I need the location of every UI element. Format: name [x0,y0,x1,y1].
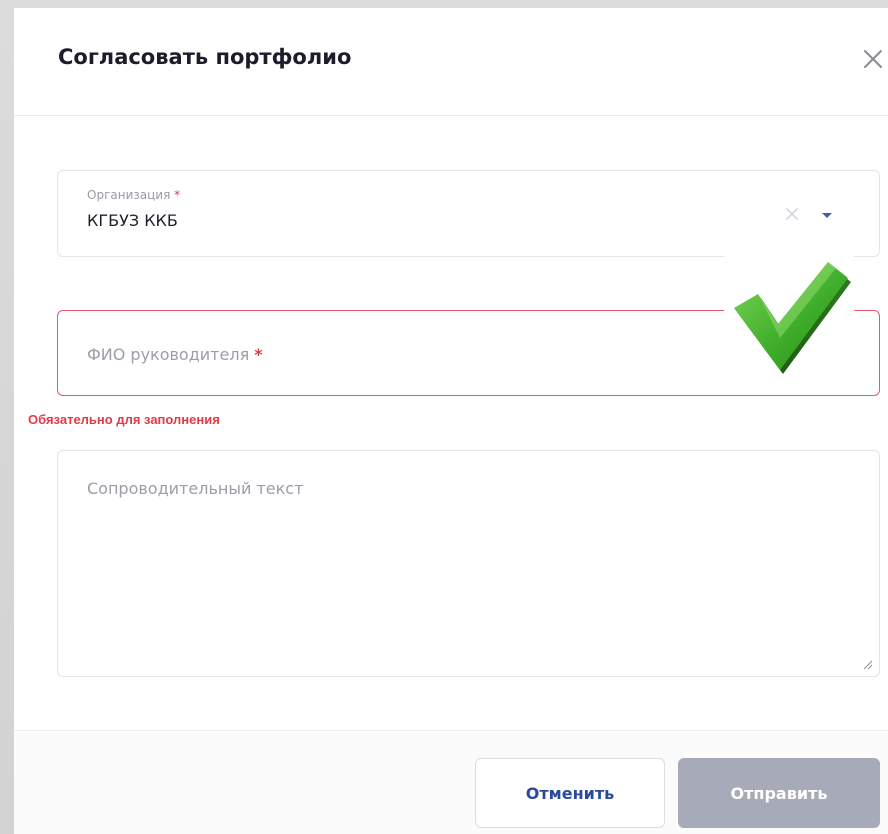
close-button[interactable] [860,46,886,72]
cover-text-textarea[interactable]: Сопроводительный текст [57,450,880,677]
chevron-down-icon [822,213,832,218]
approve-portfolio-dialog: Согласовать портфолио Организация * КГБУ… [14,8,888,834]
checkmark-icon [734,262,851,374]
manager-name-placeholder: ФИО руководителя * [87,345,263,364]
cover-text-placeholder: Сопроводительный текст [87,479,304,498]
dialog-title: Согласовать портфолио [58,45,352,69]
validation-error: Обязательно для заполнения [28,412,220,427]
cancel-button[interactable]: Отменить [475,758,665,828]
checkmark-overlay [724,252,854,378]
required-mark: * [254,345,263,364]
dropdown-toggle[interactable] [820,207,834,221]
dialog-header: Согласовать портфолио [14,8,888,116]
resize-handle-icon[interactable] [861,658,873,670]
dialog-footer: Отменить Отправить [14,730,888,834]
clear-icon [786,208,798,220]
clear-button[interactable] [782,204,802,224]
close-icon [864,50,882,68]
required-mark: * [174,188,181,202]
submit-button[interactable]: Отправить [678,758,880,828]
organization-select[interactable]: Организация * КГБУЗ ККБ [57,170,880,257]
organization-value: КГБУЗ ККБ [87,211,178,230]
organization-label: Организация * [87,188,181,202]
